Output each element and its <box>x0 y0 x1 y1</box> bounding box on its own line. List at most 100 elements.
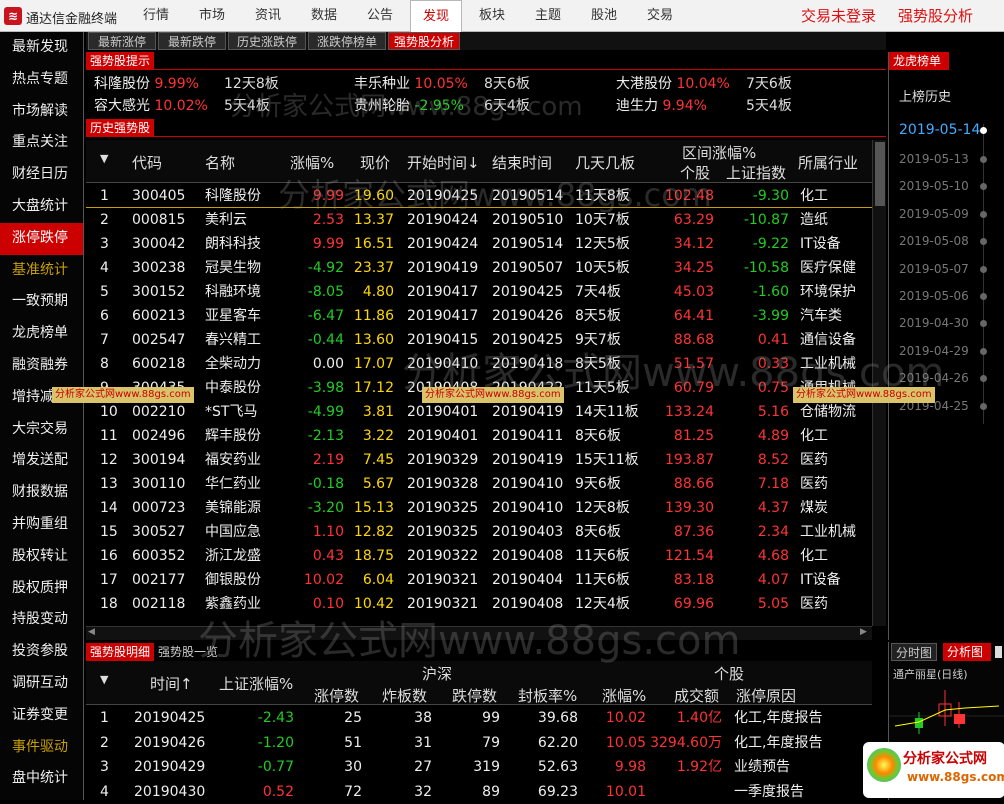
sidebar-item[interactable]: 基准统计 <box>0 255 83 287</box>
table-row[interactable]: 2 000815 美利云 2.53 13.37 20190424 20190510 10天7板… <box>86 208 872 232</box>
sidebar-item[interactable]: 股权质押 <box>0 573 83 605</box>
listing-date-item[interactable]: 2019-05-08 <box>899 234 969 248</box>
scroll-thumb[interactable] <box>875 142 885 206</box>
col-range-stock[interactable]: 个股 <box>680 162 710 183</box>
menu-item-announcements[interactable]: 公告 <box>354 0 406 32</box>
col-index-pct[interactable]: 上证涨幅% <box>219 673 293 694</box>
col-industry[interactable]: 所属行业 <box>798 152 858 173</box>
table-row[interactable]: 11 002496 辉丰股份 -2.13 3.22 20190401 20190411 8天6… <box>86 424 872 448</box>
menu-item-discover[interactable]: 发现 <box>410 0 462 33</box>
sidebar-item[interactable]: 最新发现 <box>0 32 83 64</box>
table-row[interactable]: 9 300435 中泰股份 -3.98 17.12 20190408 20190422 11天… <box>86 376 872 400</box>
col-price[interactable]: 现价 <box>360 152 390 173</box>
sidebar-item[interactable]: 热点专题 <box>0 64 83 96</box>
tab-limit-ranking[interactable]: 涨跌停榜单 <box>308 32 386 50</box>
listing-date-item[interactable]: 2019-04-25 <box>899 399 969 413</box>
sidebar-item[interactable]: 龙虎榜单 <box>0 318 83 350</box>
sidebar-item[interactable]: 股权转让 <box>0 541 83 573</box>
menu-item-data[interactable]: 数据 <box>298 0 350 32</box>
sidebar-item[interactable]: 增持减持 <box>0 382 83 414</box>
table-row[interactable]: 2 20190426 -1.20 51 31 79 62.20 10.05 3294.60万 化工… <box>86 731 872 755</box>
sidebar-item[interactable]: 盘中统计 <box>0 763 83 795</box>
sidebar-item[interactable]: 调研互动 <box>0 668 83 700</box>
vertical-scrollbar[interactable] <box>872 140 886 626</box>
hot-stock-item[interactable]: 丰乐种业 10.05% <box>354 73 468 95</box>
menu-item-themes[interactable]: 主题 <box>522 0 574 32</box>
tab-history-limit[interactable]: 历史涨跌停 <box>228 32 306 50</box>
sort-triangle-icon[interactable]: ▼ <box>100 673 108 686</box>
menu-item-trade[interactable]: 交易 <box>634 0 686 32</box>
tab-strong-detail[interactable]: 强势股明细 <box>86 643 154 661</box>
table-row[interactable]: 6 600213 亚星客车 -6.47 11.86 20190417 20190426 8天5… <box>86 304 872 328</box>
hot-stock-item[interactable]: 容大感光 10.02% <box>94 95 208 117</box>
listing-date-item[interactable]: 2019-05-10 <box>899 179 969 193</box>
table-row[interactable]: 18 002118 紫鑫药业 0.10 10.42 20190321 20190408 12天… <box>86 592 872 616</box>
col-days-boards[interactable]: 几天几板 <box>575 152 635 173</box>
table-row[interactable]: 1 300405 科隆股份 9.99 19.60 20190425 20190514 11天8… <box>86 184 872 208</box>
sidebar-item[interactable]: 重点关注 <box>0 127 83 159</box>
col-time[interactable]: 时间↑ <box>150 673 193 694</box>
col-up-count[interactable]: 涨停数 <box>314 685 359 706</box>
sidebar-item[interactable]: 持股变动 <box>0 604 83 636</box>
menu-item-stock-pool[interactable]: 股池 <box>578 0 630 32</box>
col-reason[interactable]: 涨停原因 <box>736 685 796 706</box>
scroll-left-icon[interactable]: ◀ <box>88 627 95 637</box>
hot-stock-item[interactable]: 贵州轮胎 -2.95% <box>354 95 464 117</box>
listing-date-item[interactable]: 2019-04-26 <box>899 371 969 385</box>
col-range-index[interactable]: 上证指数 <box>726 162 786 183</box>
tab-strong-stock-analysis[interactable]: 强势股分析 <box>388 32 460 50</box>
table-row[interactable]: 1 20190425 -2.43 25 38 99 39.68 10.02 1.40亿 化工,年度… <box>86 706 872 730</box>
sidebar-item[interactable]: 市场解读 <box>0 96 83 128</box>
sidebar-item[interactable]: 证券变更 <box>0 700 83 732</box>
tab-latest-limit-up[interactable]: 最新涨停 <box>88 32 156 50</box>
sidebar-item[interactable]: 大盘统计 <box>0 191 83 223</box>
trade-login-status[interactable]: 交易未登录 <box>801 0 876 32</box>
sidebar-item[interactable]: 财经日历 <box>0 159 83 191</box>
menu-item-sectors[interactable]: 板块 <box>466 0 518 32</box>
listing-date-item[interactable]: 2019-05-07 <box>899 262 969 276</box>
listing-date-item[interactable]: 2019-05-09 <box>899 207 969 221</box>
listing-date-item[interactable]: 2019-05-13 <box>899 152 969 166</box>
scroll-right-icon[interactable]: ▶ <box>860 627 867 637</box>
table-row[interactable]: 7 002547 春兴精工 -0.44 13.60 20190415 20190425 9天7… <box>86 328 872 352</box>
hot-stock-item[interactable]: 迪生力 9.94% <box>616 95 707 117</box>
menu-item-market[interactable]: 市场 <box>186 0 238 32</box>
sidebar-item[interactable]: 投资参股 <box>0 636 83 668</box>
table-row[interactable]: 5 300152 科融环境 -8.05 4.80 20190417 20190425 7天4板… <box>86 280 872 304</box>
listing-date-item[interactable]: 2019-04-30 <box>899 316 969 330</box>
horizontal-scrollbar[interactable]: ◀ ▶ <box>86 626 872 640</box>
sidebar-item[interactable]: 一致预期 <box>0 286 83 318</box>
col-start-time[interactable]: 开始时间↓ <box>407 152 480 173</box>
table-row[interactable]: 3 300042 朗科科技 9.99 16.51 20190424 20190514 12天5… <box>86 232 872 256</box>
col-code[interactable]: 代码 <box>132 152 162 173</box>
sidebar-item[interactable]: 大宗交易 <box>0 414 83 446</box>
hot-stock-item[interactable]: 科隆股份 9.99% <box>94 73 199 95</box>
table-row[interactable]: 10 002210 *ST飞马 -4.99 3.81 20190401 20190419 14… <box>86 400 872 424</box>
panel-toggle-icon[interactable] <box>995 646 1002 658</box>
table-row[interactable]: 14 000723 美锦能源 -3.20 15.13 20190325 20190410 12… <box>86 496 872 520</box>
table-row[interactable]: 4 300238 冠昊生物 -4.92 23.37 20190419 20190507 10天… <box>86 256 872 280</box>
table-row[interactable]: 13 300110 华仁药业 -0.18 5.67 20190328 20190410 9天6… <box>86 472 872 496</box>
table-row[interactable]: 17 002177 御银股份 10.02 6.04 20190321 20190404 11天… <box>86 568 872 592</box>
col-stock-pct[interactable]: 涨幅% <box>602 685 646 706</box>
table-row[interactable]: 3 20190429 -0.77 30 27 319 52.63 9.98 1.92亿 业绩预告 <box>86 755 872 779</box>
sort-triangle-icon[interactable]: ▼ <box>100 152 108 165</box>
tab-analysis-chart[interactable]: 分析图 <box>943 643 991 661</box>
col-pct[interactable]: 涨幅% <box>290 152 334 173</box>
col-break-count[interactable]: 炸板数 <box>382 685 427 706</box>
sidebar-item[interactable]: 增发送配 <box>0 445 83 477</box>
table-row[interactable]: 12 300194 福安药业 2.19 7.45 20190329 20190419 15天1… <box>86 448 872 472</box>
sidebar-item[interactable]: 涨停跌停 <box>0 222 83 255</box>
tab-latest-limit-down[interactable]: 最新跌停 <box>158 32 226 50</box>
col-end-time[interactable]: 结束时间 <box>492 152 552 173</box>
sidebar-item[interactable]: 融资融券 <box>0 350 83 382</box>
sidebar-item[interactable]: 并购重组 <box>0 509 83 541</box>
menu-item-quotes[interactable]: 行情 <box>130 0 182 32</box>
col-turnover[interactable]: 成交额 <box>674 685 719 706</box>
table-row[interactable]: 15 300527 中国应急 1.10 12.82 20190325 20190403 8天6… <box>86 520 872 544</box>
sidebar-item[interactable]: 财报数据 <box>0 477 83 509</box>
col-seal-rate[interactable]: 封板率% <box>518 685 577 706</box>
listing-date-item[interactable]: 2019-04-29 <box>899 344 969 358</box>
listing-date-item[interactable]: 2019-05-14 <box>899 122 980 138</box>
tab-intraday[interactable]: 分时图 <box>891 643 938 661</box>
